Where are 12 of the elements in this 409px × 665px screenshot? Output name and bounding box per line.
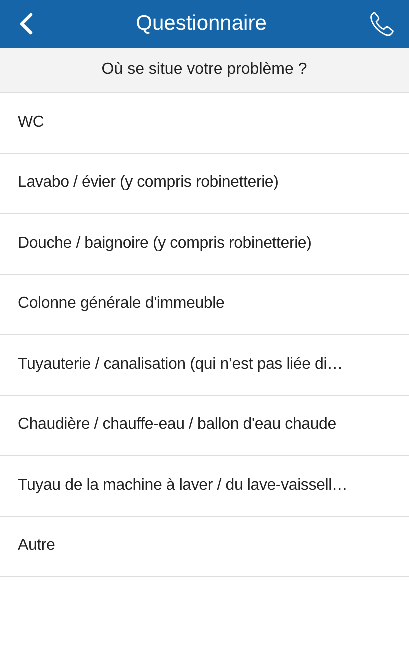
option-item[interactable]: Colonne générale d'immeuble (0, 274, 409, 335)
option-item[interactable]: Tuyauterie / canalisation (qui n’est pas liée di… (0, 335, 409, 396)
option-item[interactable]: WC (0, 93, 409, 154)
option-item[interactable]: Tuyau de la machine à laver / du lave-vaissell… (0, 456, 409, 516)
screen-title: Questionnaire (136, 12, 267, 36)
option-item[interactable]: Douche / baignoire (y compris robinetterie) (0, 214, 409, 274)
option-item[interactable]: Chaudière / chauffe-eau / ballon d'eau chaude (0, 396, 409, 456)
phone-icon (369, 11, 395, 37)
option-item[interactable]: Lavabo / évier (y compris robinetterie) (0, 154, 409, 214)
question-text: Où se situe votre problème ? (102, 61, 308, 79)
back-chevron-icon (18, 12, 34, 36)
option-item[interactable]: Autre (0, 516, 409, 577)
